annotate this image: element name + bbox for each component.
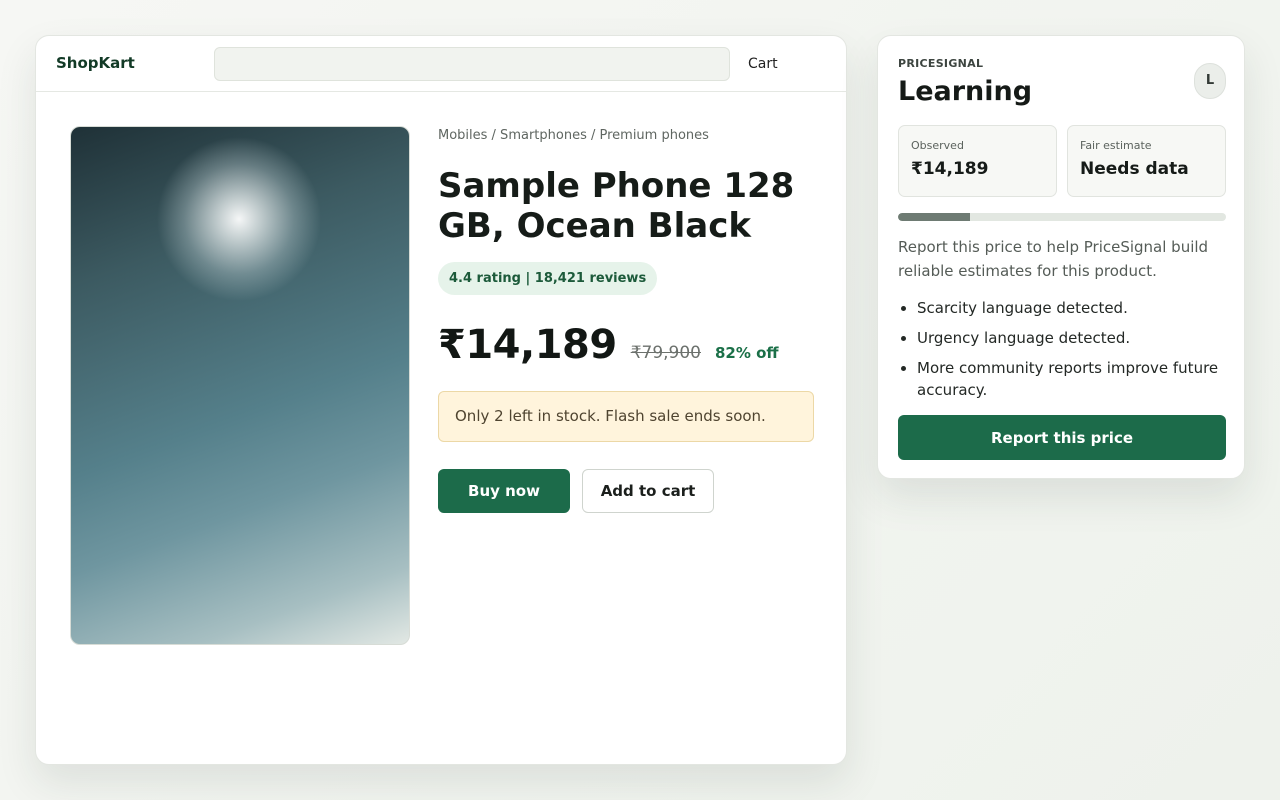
add-to-cart-button[interactable]: Add to cart <box>582 469 714 513</box>
shop-window: ShopKart Cart Mobiles / Smartphones / Pr… <box>35 35 847 765</box>
discount-label: 82% off <box>715 344 779 362</box>
panel-eyebrow: PRICESIGNAL <box>898 57 984 70</box>
list-item: More community reports improve future ac… <box>917 357 1227 401</box>
sale-price: ₹14,189 <box>438 322 617 368</box>
list-item: Scarcity language detected. <box>917 297 1227 319</box>
observed-label: Observed <box>911 139 964 152</box>
report-price-button[interactable]: Report this price <box>898 415 1226 460</box>
panel-status: Learning <box>898 76 1033 107</box>
fair-estimate-card: Fair estimate Needs data <box>1067 125 1226 197</box>
shop-header: ShopKart Cart <box>36 36 846 92</box>
fair-estimate-value: Needs data <box>1080 159 1189 179</box>
rating-badge: 4.4 rating | 18,421 reviews <box>438 262 658 295</box>
buy-now-button[interactable]: Buy now <box>438 469 570 513</box>
confidence-progress-bar <box>898 213 1226 221</box>
list-item: Urgency language detected. <box>917 327 1227 349</box>
observed-value: ₹14,189 <box>911 159 989 179</box>
price-row: ₹14,189 ₹79,900 82% off <box>438 322 779 368</box>
breadcrumb: Mobiles / Smartphones / Premium phones <box>438 128 709 143</box>
panel-description: Report this price to help PriceSignal bu… <box>898 238 1209 280</box>
observed-price-card: Observed ₹14,189 <box>898 125 1057 197</box>
fair-estimate-label: Fair estimate <box>1080 139 1152 152</box>
product-image[interactable] <box>70 126 410 645</box>
brand-logo[interactable]: ShopKart <box>56 54 135 72</box>
confidence-progress-fill <box>898 213 971 221</box>
stock-alert: Only 2 left in stock. Flash sale ends so… <box>438 391 814 442</box>
search-input[interactable] <box>214 47 730 81</box>
product-title: Sample Phone 128 GB, Ocean Black <box>438 166 795 246</box>
original-price: ₹79,900 <box>630 343 701 363</box>
cart-link[interactable]: Cart <box>748 56 778 72</box>
status-avatar: L <box>1194 63 1226 99</box>
price-signal-panel: PRICESIGNAL Learning L Observed ₹14,189 … <box>877 35 1245 479</box>
signal-list: Scarcity language detected. Urgency lang… <box>917 297 1227 409</box>
